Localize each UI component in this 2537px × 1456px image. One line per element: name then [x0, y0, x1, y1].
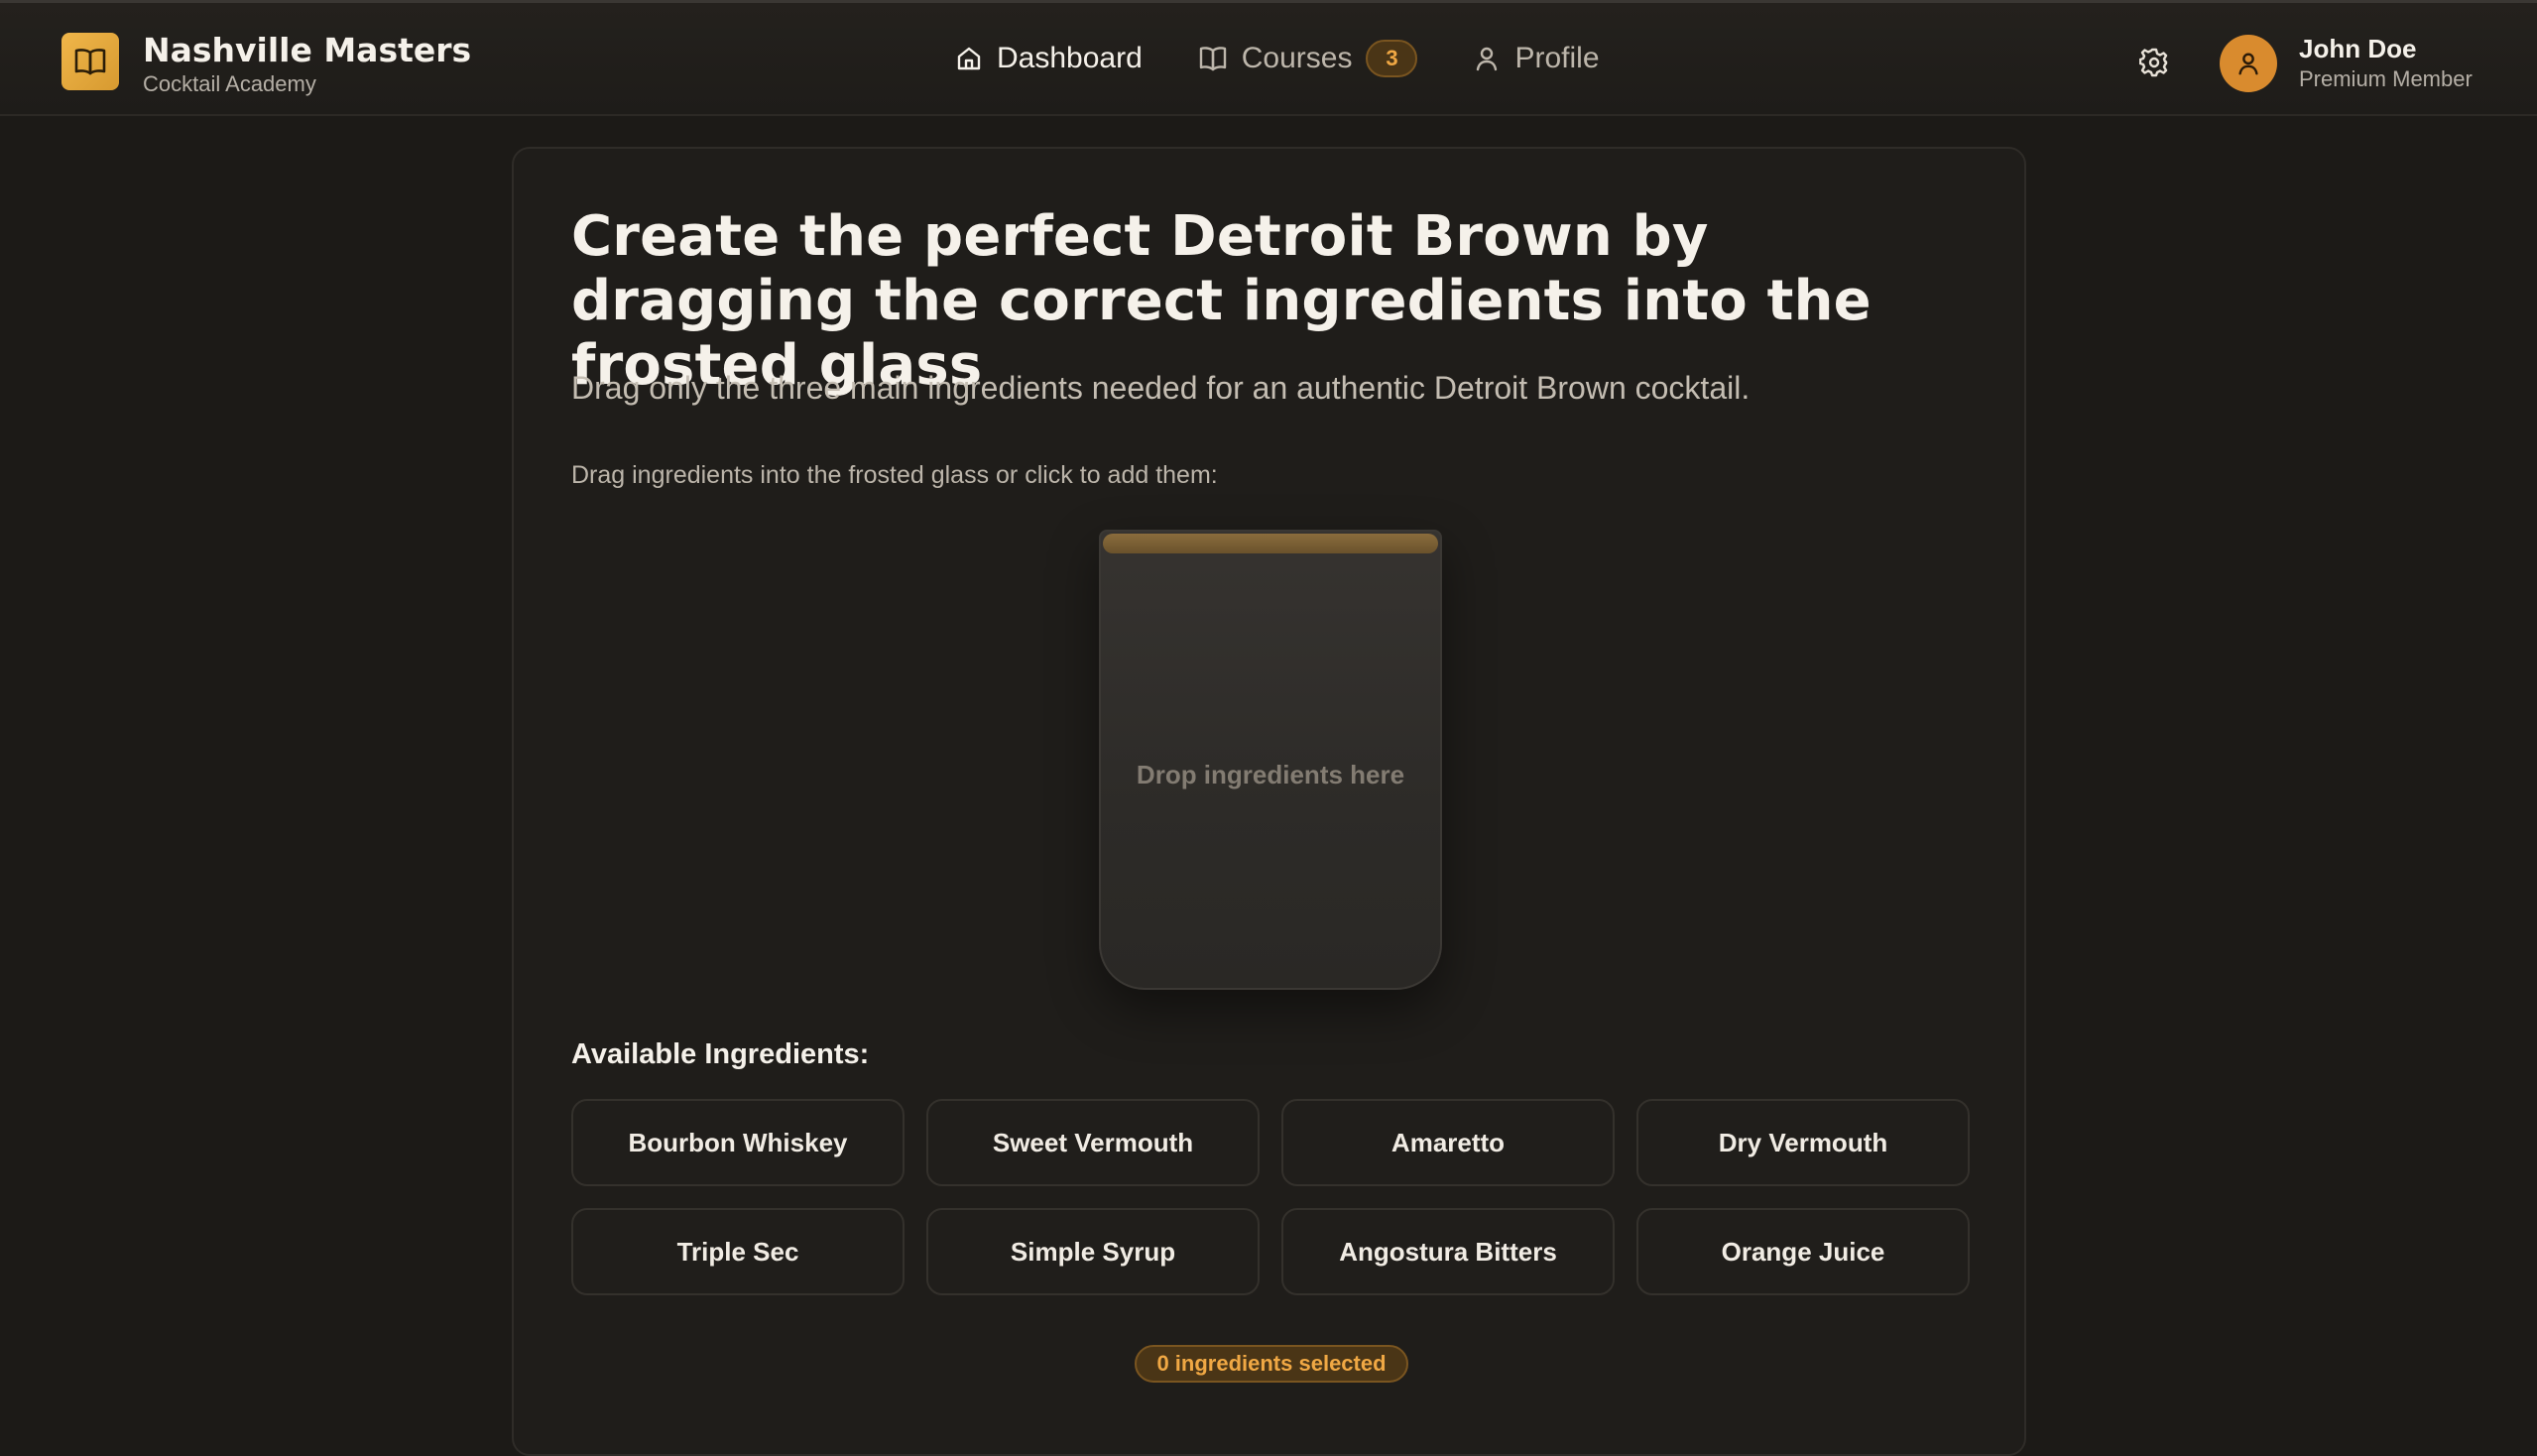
user-icon — [1477, 47, 1498, 71]
courses-count-badge: 3 — [1366, 40, 1418, 77]
ingredient-triple-sec[interactable]: Triple Sec — [571, 1208, 905, 1295]
frosted-glass-drop-zone[interactable]: Drop ingredients here — [1099, 530, 1442, 990]
drop-zone-placeholder: Drop ingredients here — [1136, 760, 1405, 789]
user-name: John Doe — [2299, 34, 2417, 63]
nav-item-dashboard[interactable]: Dashboard — [955, 39, 1143, 78]
ingredient-bourbon-whiskey[interactable]: Bourbon Whiskey — [571, 1099, 905, 1186]
user-icon — [2238, 53, 2258, 75]
glass-rim — [1103, 534, 1438, 553]
avatar — [2220, 35, 2277, 92]
ingredient-angostura-bitters[interactable]: Angostura Bitters — [1281, 1208, 1615, 1295]
ingredient-amaretto[interactable]: Amaretto — [1281, 1099, 1615, 1186]
book-icon — [1199, 47, 1226, 71]
nav-item-courses-label: Courses — [1241, 42, 1353, 74]
brand-name: Nashville Masters — [143, 31, 472, 69]
ingredient-simple-syrup[interactable]: Simple Syrup — [926, 1208, 1260, 1295]
ingredient-sweet-vermouth[interactable]: Sweet Vermouth — [926, 1099, 1260, 1186]
main-nav: Dashboard Courses 3 Profile — [955, 39, 1600, 78]
top-navigation-bar: Nashville Masters Cocktail Academy Dashb… — [0, 0, 2537, 116]
brand-subtitle: Cocktail Academy — [143, 71, 316, 96]
home-icon — [957, 47, 981, 70]
nav-item-dashboard-label: Dashboard — [997, 42, 1143, 74]
open-book-icon — [61, 33, 119, 90]
user-role: Premium Member — [2299, 66, 2473, 91]
selection-count-badge: 0 ingredients selected — [1135, 1345, 1408, 1383]
nav-item-profile[interactable]: Profile — [1473, 39, 1600, 78]
instruction-text: Drag ingredients into the frosted glass … — [571, 461, 1218, 489]
ingredients-heading: Available Ingredients: — [571, 1038, 870, 1070]
ingredients-grid: Bourbon Whiskey Sweet Vermouth Amaretto … — [571, 1099, 1970, 1295]
settings-button[interactable] — [2136, 45, 2172, 80]
exercise-description: Drag only the three main ingredients nee… — [571, 370, 1751, 406]
ingredient-dry-vermouth[interactable]: Dry Vermouth — [1636, 1099, 1970, 1186]
gear-icon — [2139, 48, 2168, 77]
ingredient-orange-juice[interactable]: Orange Juice — [1636, 1208, 1970, 1295]
user-menu[interactable]: John Doe Premium Member — [2220, 33, 2473, 94]
nav-item-courses[interactable]: Courses 3 — [1198, 39, 1418, 78]
brand[interactable]: Nashville Masters Cocktail Academy — [61, 31, 471, 98]
nav-item-profile-label: Profile — [1514, 42, 1600, 74]
exercise-card: Create the perfect Detroit Brown by drag… — [512, 147, 2026, 1456]
